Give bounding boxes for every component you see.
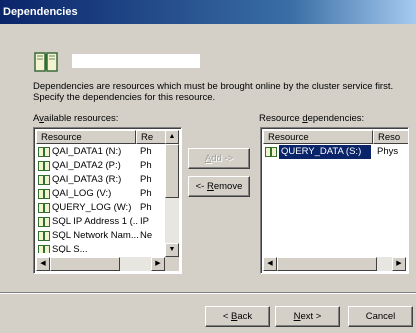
cluster-resource-icon	[38, 161, 50, 171]
scroll-right-arrow-icon[interactable]: ▶	[151, 257, 165, 271]
resource-type: Ph	[140, 202, 152, 213]
cluster-resource-icon	[38, 189, 50, 199]
column-header-resource[interactable]: Resource	[36, 130, 136, 144]
cluster-resource-icon	[38, 203, 50, 213]
remove-label-part: emove	[213, 181, 243, 192]
column-header-resource[interactable]: Resource	[263, 130, 373, 144]
resource-type: Ph	[140, 174, 152, 185]
dependencies-label-part: Resource	[259, 113, 303, 124]
cluster-resource-icon	[38, 217, 50, 227]
resource-name: SQL Network Nam...	[52, 230, 138, 241]
scroll-corner	[165, 257, 179, 271]
resource-type: Phys	[377, 146, 399, 157]
list-item[interactable]: SQL Network Nam... Ne	[36, 229, 165, 243]
cluster-resource-icon	[38, 147, 50, 157]
resource-name: QAI_LOG (V:)	[52, 188, 112, 199]
remove-button[interactable]: <- Remove	[188, 176, 250, 197]
horizontal-scrollbar[interactable]: ◀ ▶	[36, 257, 165, 271]
scroll-left-arrow-icon[interactable]: ◀	[263, 257, 277, 271]
remove-label-part: <-	[195, 181, 207, 192]
available-resources-list[interactable]: Resource Re QAI_DATA1 (N:) Ph QAI_DATA2 …	[33, 127, 182, 274]
cluster-resource-icon	[38, 231, 50, 241]
vertical-scrollbar[interactable]: ▲ ▼	[165, 130, 179, 257]
dependencies-list-header: Resource Reso	[263, 130, 408, 144]
scroll-left-arrow-icon[interactable]: ◀	[36, 257, 50, 271]
resource-name: QAI_DATA2 (P:)	[52, 160, 121, 171]
cluster-resource-icon	[38, 245, 50, 253]
cluster-resource-large-icon	[34, 52, 58, 72]
list-item[interactable]: QAI_DATA2 (P:) Ph	[36, 159, 165, 173]
list-item[interactable]: QUERY_LOG (W:) Ph	[36, 201, 165, 215]
back-label-part: <	[222, 311, 232, 322]
description-line-2: Specify the dependencies for this resour…	[33, 92, 216, 103]
column-header-resource-type[interactable]: Re	[136, 130, 167, 144]
resource-name: QAI_DATA1 (N:)	[52, 146, 122, 157]
add-label-part: dd ->	[211, 153, 234, 164]
list-item[interactable]: QAI_LOG (V:) Ph	[36, 187, 165, 201]
resource-name: QAI_DATA3 (R:)	[52, 174, 122, 185]
footer-separator	[0, 292, 416, 294]
resource-name: QUERY_LOG (W:)	[52, 202, 132, 213]
scroll-thumb[interactable]	[165, 144, 179, 198]
back-button[interactable]: < Back	[205, 306, 270, 327]
scroll-right-arrow-icon[interactable]: ▶	[392, 257, 406, 271]
scroll-down-arrow-icon[interactable]: ▼	[165, 243, 179, 257]
resource-type: Ph	[140, 160, 152, 171]
list-item[interactable]: SQL IP Address 1 (... IP	[36, 215, 165, 229]
list-item[interactable]: QAI_DATA3 (R:) Ph	[36, 173, 165, 187]
resource-dependencies-list[interactable]: Resource Reso QUERY_DATA (S:) Phys ◀ ▶	[260, 127, 409, 274]
resource-name: SQL IP Address 1 (...	[52, 216, 138, 227]
cluster-resource-icon	[38, 175, 50, 185]
description-text: Dependencies are resources which must be…	[33, 81, 413, 103]
available-label-part: ailable resources:	[43, 113, 119, 124]
available-list-header: Resource Re	[36, 130, 167, 144]
next-label-part: ext >	[300, 311, 322, 322]
column-header-resource-type[interactable]: Reso	[373, 130, 408, 144]
available-resources-label: Available resources:	[33, 113, 118, 124]
scroll-thumb[interactable]	[50, 257, 120, 271]
resource-type: Ph	[140, 146, 152, 157]
dependencies-label-part: ependencies:	[307, 113, 365, 124]
horizontal-scrollbar[interactable]: ◀ ▶	[263, 257, 406, 271]
description-line-1: Dependencies are resources which must be…	[33, 81, 394, 92]
cluster-resource-icon	[265, 147, 277, 157]
title-bar[interactable]: Dependencies	[0, 0, 416, 24]
window-title: Dependencies	[3, 6, 78, 18]
dialog-content: Dependencies are resources which must be…	[0, 24, 416, 333]
next-button[interactable]: Next >	[275, 306, 340, 327]
back-label-part: ack	[237, 311, 253, 322]
scroll-up-arrow-icon[interactable]: ▲	[165, 130, 179, 144]
list-item[interactable]: SQL S...	[36, 243, 165, 253]
resource-name-field	[72, 54, 200, 68]
resource-type: Ne	[140, 230, 153, 241]
resource-type: Ph	[140, 188, 152, 199]
resource-name: QUERY_DATA (S:)	[278, 144, 372, 160]
next-label-accel: N	[293, 311, 301, 322]
resource-dependencies-label: Resource dependencies:	[259, 113, 364, 124]
add-button[interactable]: Add ->	[188, 148, 250, 169]
list-item[interactable]: QUERY_DATA (S:) Phys	[263, 144, 408, 160]
cancel-button[interactable]: Cancel	[348, 306, 413, 327]
scroll-thumb[interactable]	[277, 257, 377, 271]
remove-label-accel: R	[206, 181, 214, 192]
resource-type: IP	[140, 216, 149, 227]
list-item[interactable]: QAI_DATA1 (N:) Ph	[36, 145, 165, 159]
resource-name: SQL S...	[52, 244, 88, 253]
